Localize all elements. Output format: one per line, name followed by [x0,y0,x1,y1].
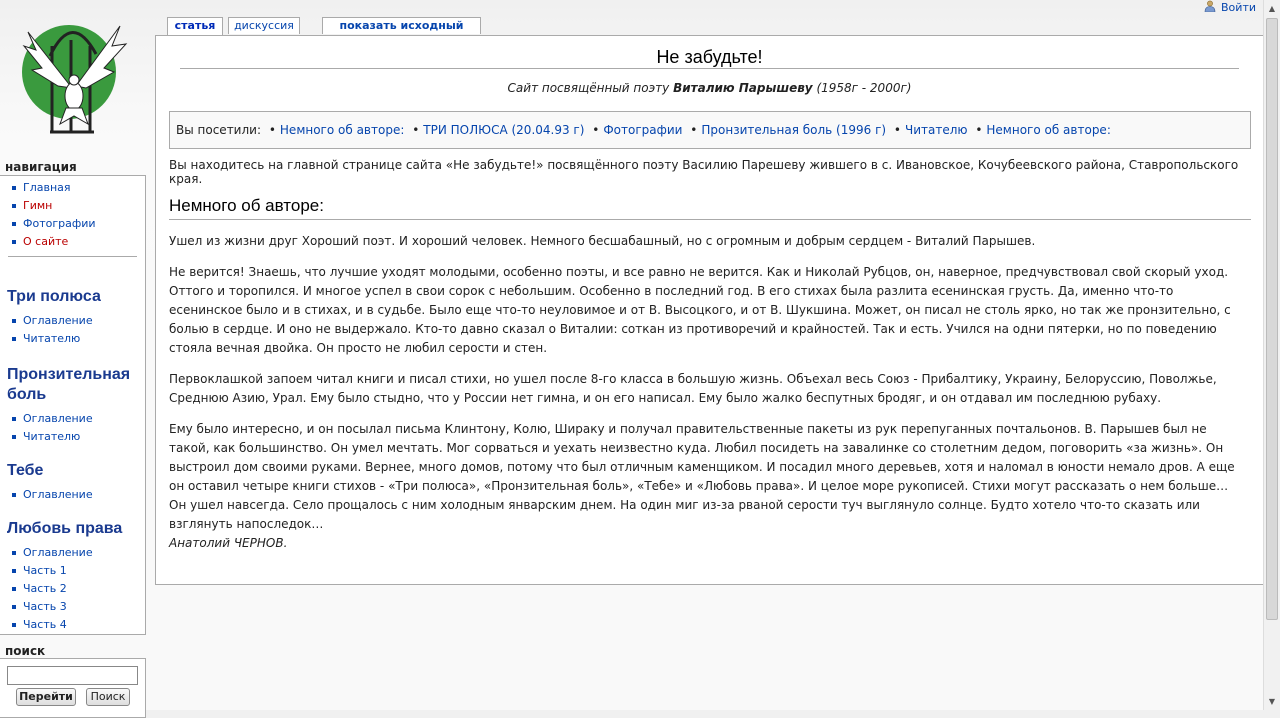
sidebar-item[interactable]: Часть 1 [0,562,145,580]
intro-text: Вы находитесь на главной странице сайта … [169,158,1239,186]
paragraph: Не верится! Знаешь, что лучшие уходят мо… [169,265,1231,355]
search-button[interactable]: Поиск [86,688,130,706]
visited-link[interactable]: Фотографии [603,123,682,137]
visited-link[interactable]: ТРИ ПОЛЮСА (20.04.93 г) [423,123,584,137]
section-list: Оглавление Читателю [0,405,145,446]
search-title: поиск [5,644,46,658]
sidebar-item[interactable]: Оглавление [0,410,145,428]
logo-dove-emblem [22,25,128,134]
visited-link[interactable]: Немного об авторе: [986,123,1110,137]
tab-article[interactable]: статья [167,17,223,35]
visited-link[interactable]: Пронзительная боль (1996 г) [701,123,886,137]
paragraph: Ему было интересно, и он посылал письма … [169,422,1235,531]
scroll-down-arrow-icon[interactable]: ▼ [1264,693,1280,710]
site-subtitle: Сайт посвящённый поэту Виталию Парышеву … [156,81,1263,95]
login-link[interactable]: Войти [1221,1,1256,14]
signature: Анатолий ЧЕРНОВ. [169,536,288,550]
sidebar-item[interactable]: Оглавление [0,312,145,330]
page-title: Не забудьте! [180,46,1239,69]
nav-item-label[interactable]: Главная [23,181,71,194]
article-body: Ушел из жизни друг Хороший поэт. И хорош… [169,232,1249,553]
visited-breadcrumbs: Вы посетили: • Немного об авторе: • ТРИ ПО… [169,111,1251,149]
sidebar-item[interactable]: Читателю [0,330,145,348]
content-area: Не забудьте! Сайт посвящённый поэту Вита… [155,35,1263,585]
tab-discussion[interactable]: дискуссия [228,17,300,34]
nav-item-main[interactable]: Главная [0,179,145,197]
scrollbar-thumb[interactable] [1266,18,1278,620]
sidebar-item-label[interactable]: Читателю [23,430,80,443]
user-icon [1204,0,1216,12]
sidebar-section-heading[interactable]: Тебе [0,461,145,481]
paragraph: Первоклашкой запоем читал книги и писал … [169,372,1217,405]
visited-link[interactable]: Читателю [905,123,968,137]
vertical-scrollbar[interactable]: ▲ ▼ [1263,0,1280,710]
breadcrumb-separator: • [690,123,698,137]
sidebar-section-heading[interactable]: Пронзительная боль [0,365,137,405]
paragraph: Ушел из жизни друг Хороший поэт. И хорош… [169,234,1036,248]
section-list: Оглавление [0,481,145,504]
sidebar-item-label[interactable]: Часть 4 [23,618,67,631]
sidebar-item[interactable]: Часть 3 [0,598,145,616]
sidebar-item-label[interactable]: Оглавление [23,488,93,501]
sidebar-item-label[interactable]: Оглавление [23,314,93,327]
search-box: Перейти Поиск [0,658,146,718]
nav-item-anthem[interactable]: Гимн [0,197,145,215]
sidebar-item[interactable]: Часть 2 [0,580,145,598]
section-heading: Немного об авторе: [169,196,1251,220]
visited-label: Вы посетили: [176,123,261,137]
tab-view-source[interactable]: показать исходный текст [322,17,481,48]
nav-item-label[interactable]: Гимн [23,199,52,212]
site-logo[interactable] [14,16,134,136]
search-input[interactable] [7,666,138,685]
nav-item-about[interactable]: О сайте [0,233,145,251]
nav-list: Главная Гимн Фотографии О сайте [0,176,145,251]
sidebar-item-label[interactable]: Оглавление [23,546,93,559]
sidebar-section-heading[interactable]: Три полюса [0,287,145,307]
nav-item-photos[interactable]: Фотографии [0,215,145,233]
sidebar-section-heading[interactable]: Любовь права [0,519,145,539]
scroll-up-arrow-icon[interactable]: ▲ [1264,0,1280,17]
section-list: Оглавление Читателю [0,307,145,348]
go-button[interactable]: Перейти [16,688,76,706]
sidebar-item[interactable]: Оглавление [0,544,145,562]
breadcrumb-separator: • [268,123,276,137]
breadcrumb-separator: • [975,123,983,137]
breadcrumb-separator: • [592,123,600,137]
sidebar-item[interactable]: Читателю [0,428,145,446]
sidebar-item-label[interactable]: Часть 2 [23,582,67,595]
nav-item-label[interactable]: О сайте [23,235,68,248]
site-sub-prefix: Сайт посвящённый поэту [507,81,674,95]
sidebar-item-label[interactable]: Часть 1 [23,564,67,577]
site-sub-years: (1958г - 2000г) [812,81,912,95]
section-list: Оглавление Часть 1 Часть 2 Часть 3 Часть… [0,539,145,634]
navigation-title: навигация [5,160,77,174]
sidebar-item-label[interactable]: Читателю [23,332,80,345]
sidebar-item-label[interactable]: Оглавление [23,412,93,425]
breadcrumb-separator: • [893,123,901,137]
breadcrumb-separator: • [412,123,420,137]
nav-item-label[interactable]: Фотографии [23,217,96,230]
visited-link[interactable]: Немного об авторе: [280,123,404,137]
navigation-box: Главная Гимн Фотографии О сайте Три полю… [0,175,146,635]
sidebar-item-label[interactable]: Часть 3 [23,600,67,613]
sidebar-item[interactable]: Оглавление [0,486,145,504]
sidebar-item[interactable]: Часть 4 [0,616,145,634]
site-sub-name: Виталию Парышеву [673,81,813,95]
personal-tools: Войти [1204,0,1256,14]
